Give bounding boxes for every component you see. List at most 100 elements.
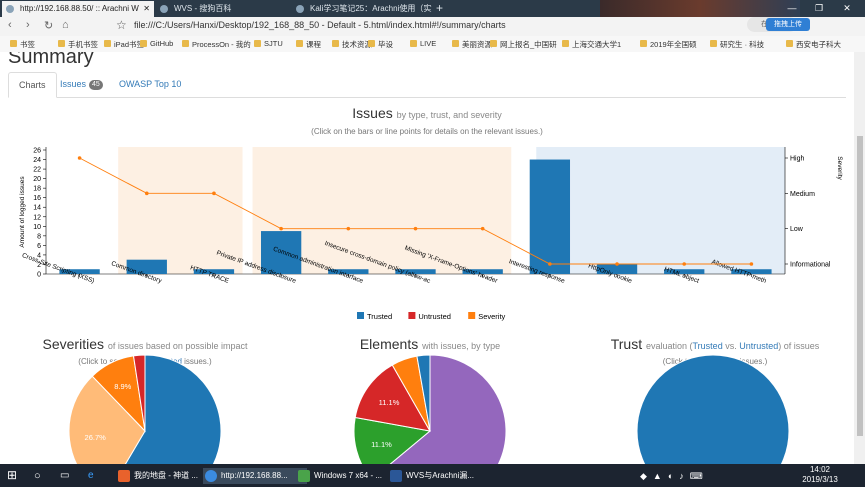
forward-icon[interactable]: › <box>26 19 30 31</box>
bookmark-item[interactable]: 网上报名_中国研 <box>490 39 557 50</box>
bookmark-item[interactable]: 毕设 <box>368 39 393 50</box>
folder-icon <box>786 40 793 47</box>
report-tabs: Charts Issues 45 OWASP Top 10 <box>8 72 846 98</box>
y-tick-label: 12 <box>33 214 41 221</box>
bookmark-star-icon[interactable]: ☆ <box>116 18 127 32</box>
y-tick-label: 0 <box>37 272 41 279</box>
word-icon <box>390 470 402 482</box>
legend-label: Severity <box>478 312 505 321</box>
close-tab-icon[interactable]: ✕ <box>143 1 150 17</box>
bookmark-item[interactable]: 课程 <box>296 39 321 50</box>
severity-point[interactable] <box>212 191 216 196</box>
bookmark-item[interactable]: 手机书签 <box>58 39 98 50</box>
elements-chart-title: Elements with issues, by type <box>359 336 501 352</box>
y2-tick-label: Medium <box>790 191 815 198</box>
start-icon[interactable]: ⊞ <box>2 467 22 483</box>
severities-chart-title: Severities of issues based on possible i… <box>42 336 248 352</box>
pie-label: 11.1% <box>379 398 400 407</box>
browser-tab-kali[interactable]: Kali学习笔记25：Arachni使用（实测 <box>292 1 432 17</box>
bookmark-item[interactable]: LIVE <box>410 39 436 48</box>
browser-tab-arachni[interactable]: http://192.168.88.50/ :: Arachni W ✕ <box>2 1 154 17</box>
taskbar-item[interactable]: 我的地盘 - 神道 ... <box>116 468 214 484</box>
bookmark-item[interactable]: 上海交通大学1 <box>562 39 621 50</box>
minimize-icon[interactable]: — <box>781 0 803 16</box>
y-tick-label: 24 <box>33 157 41 164</box>
bookmark-item[interactable]: 技术资源 <box>332 39 372 50</box>
url-input[interactable]: file:///C:/Users/Hanxi/Desktop/192_168_8… <box>134 20 506 30</box>
bookmark-item[interactable]: 研究生 · 科技 <box>710 39 764 50</box>
browser-tab-wvs[interactable]: WVS - 搜狗百科 <box>156 1 290 17</box>
issues-count-badge: 45 <box>89 80 103 90</box>
tab-owasp[interactable]: OWASP Top 10 <box>109 72 191 96</box>
trusted-link[interactable]: Trusted <box>693 341 723 351</box>
legend-swatch <box>357 312 364 319</box>
severity-point[interactable] <box>413 226 418 231</box>
search-icon[interactable]: ○ <box>34 468 41 484</box>
legend-swatch <box>408 312 416 319</box>
y-tick-label: 14 <box>33 205 41 212</box>
elements-pie-chart[interactable]: 11.1% 11.1% <box>330 354 530 464</box>
y-tick-label: 6 <box>37 243 41 250</box>
bookmark-item[interactable]: ProcessOn - 我的 <box>182 39 251 50</box>
pie-label: 11.1% <box>371 440 392 449</box>
refresh-icon[interactable]: ↻ <box>44 19 53 32</box>
severities-pie-chart[interactable]: 26.7% 8.9% <box>45 354 245 464</box>
folder-icon <box>710 40 717 47</box>
upload-button[interactable]: 拖拽上传 <box>766 18 810 31</box>
home-icon[interactable]: ⌂ <box>62 19 69 31</box>
trust-pie-chart[interactable] <box>613 354 813 464</box>
folder-icon <box>296 40 303 47</box>
page-icon <box>6 5 14 13</box>
x-tick-label: Cross-Site Scripting (XSS) <box>21 252 95 285</box>
tab-issues[interactable]: Issues 45 <box>50 72 113 96</box>
bookmarks-bar: 书签 手机书签 iPad书签 GitHub ProcessOn - 我的 SJTU 课程 技术… <box>0 36 865 53</box>
back-icon[interactable]: ‹ <box>8 19 12 31</box>
edge-icon[interactable]: e <box>88 468 94 484</box>
bookmark-item[interactable]: 2019年全国硕 <box>640 39 697 50</box>
firefox-icon <box>118 470 130 482</box>
severity-point[interactable] <box>77 156 82 160</box>
y-tick-label: 26 <box>33 148 41 155</box>
bookmark-item[interactable]: iPad书签 <box>104 39 144 50</box>
close-window-icon[interactable]: ✕ <box>836 0 858 16</box>
severity-band <box>536 147 785 274</box>
bookmark-item[interactable]: GitHub <box>140 39 173 48</box>
bookmark-item[interactable]: SJTU <box>254 39 283 48</box>
severity-point[interactable] <box>749 262 754 266</box>
maximize-icon[interactable]: ❐ <box>808 0 830 16</box>
legend-label: Untrusted <box>418 312 451 321</box>
scrollbar-thumb[interactable] <box>857 136 863 436</box>
new-tab-button[interactable]: + <box>436 0 443 16</box>
page-icon <box>160 5 168 13</box>
severity-point[interactable] <box>346 226 351 231</box>
taskbar-item[interactable]: Windows 7 x64 - ... <box>296 468 394 484</box>
severity-point[interactable] <box>480 226 485 231</box>
y-tick-label: 10 <box>33 224 41 231</box>
folder-icon <box>10 40 17 47</box>
y-tick-label: 16 <box>33 195 41 202</box>
severity-point[interactable] <box>279 226 283 231</box>
severity-point[interactable] <box>615 262 619 266</box>
bookmark-item[interactable]: 西安电子科大 <box>786 39 841 50</box>
browser-icon <box>205 470 217 482</box>
y2-axis-label: Severity <box>836 156 843 180</box>
folder-icon <box>140 40 147 47</box>
severity-point[interactable] <box>548 262 552 266</box>
bookmark-item[interactable]: 书签 <box>10 39 35 50</box>
folder-icon <box>254 40 261 47</box>
issues-chart-hint: (Click on the bars or line points for de… <box>311 127 543 136</box>
bookmark-item[interactable]: 美丽资源 <box>452 39 492 50</box>
system-tray-icons[interactable]: ◆▲◐♪⌨ <box>640 468 709 484</box>
severity-point[interactable] <box>682 262 687 266</box>
y-tick-label: 22 <box>33 167 41 174</box>
taskbar-item[interactable]: http://192.168.88... <box>203 468 307 484</box>
y-tick-label: 20 <box>33 176 41 183</box>
report-page: Summary Charts Issues 45 OWASP Top 10 Iss… <box>0 52 854 464</box>
taskbar-item[interactable]: WVS与Arachni漏... <box>388 468 486 484</box>
untrusted-link[interactable]: Untrusted <box>739 341 778 351</box>
clock: 14:02 2019/3/13 <box>802 465 838 484</box>
task-view-icon[interactable]: ▭ <box>60 468 69 484</box>
folder-icon <box>410 40 417 47</box>
folder-icon <box>182 40 189 47</box>
severity-point[interactable] <box>144 191 149 196</box>
